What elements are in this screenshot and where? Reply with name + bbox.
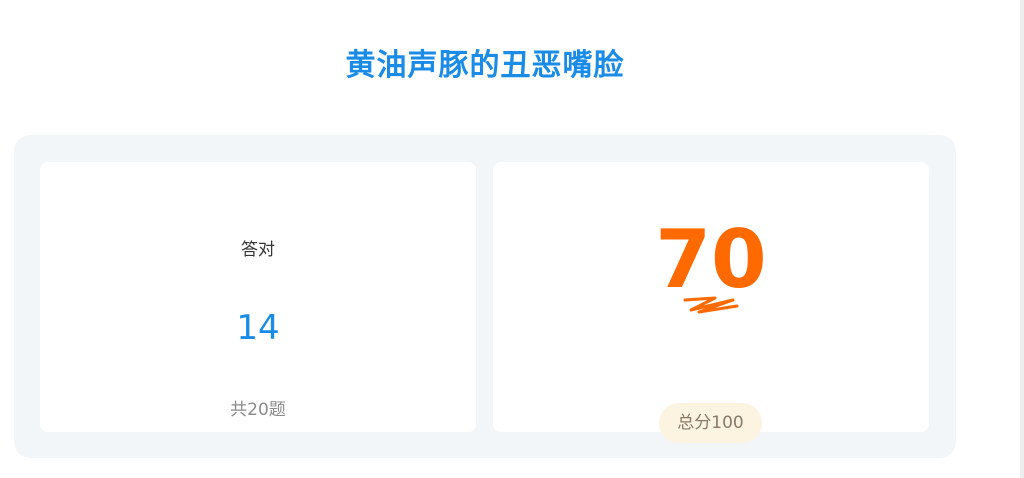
correct-count-card: 答对 14 共20题 [40,162,476,432]
quiz-result-page: 黄油声豚的丑恶嘴脸 答对 14 共20题 70 总分100 [0,0,1024,478]
score-card: 70 总分100 [493,162,929,443]
correct-label: 答对 [241,240,275,260]
correct-count: 14 [236,308,280,348]
score-value: 70 [655,213,767,306]
scrollbar[interactable] [1020,0,1024,478]
page-title: 黄油声豚的丑恶嘴脸 [345,48,625,83]
total-questions-text: 共20题 [230,400,286,420]
score-underline-icon [683,296,739,314]
total-score-badge: 总分100 [659,403,762,443]
result-panel: 答对 14 共20题 70 总分100 [14,135,956,458]
